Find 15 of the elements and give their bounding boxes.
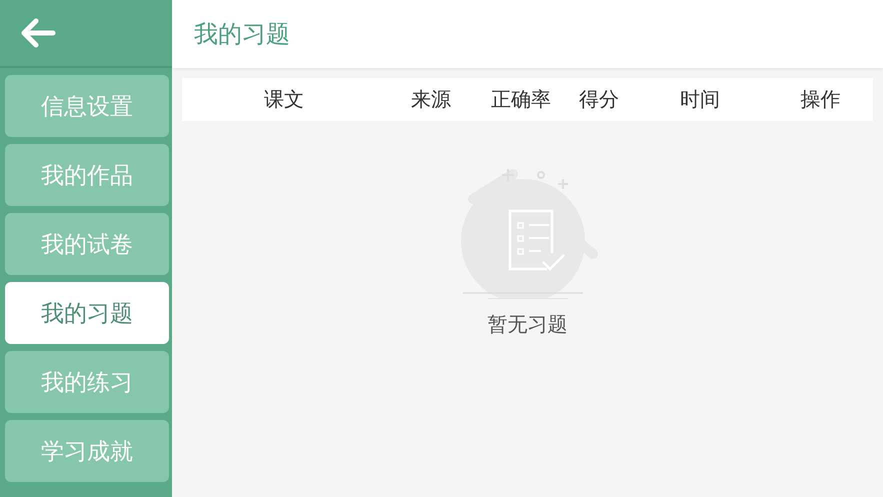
sidebar-item[interactable]: 我的习题 — [5, 282, 169, 344]
column-header: 操作 — [800, 86, 842, 113]
sidebar-item[interactable]: 我的练习 — [5, 351, 169, 413]
sidebar-item[interactable]: 学习成就 — [5, 420, 169, 482]
empty-message: 暂无习题 — [488, 311, 568, 338]
column-header: 来源 — [410, 86, 452, 113]
back-button[interactable] — [20, 18, 56, 48]
column-header: 时间 — [679, 86, 721, 113]
sidebar-item[interactable]: 我的试卷 — [5, 213, 169, 275]
column-header: 正确率 — [490, 86, 552, 113]
column-header: 得分 — [578, 86, 620, 113]
sidebar-item[interactable]: 信息设置 — [5, 75, 169, 137]
sidebar-item[interactable]: 我的作品 — [5, 144, 169, 206]
column-header: 课文 — [263, 86, 305, 113]
page-title: 我的习题 — [194, 19, 290, 50]
